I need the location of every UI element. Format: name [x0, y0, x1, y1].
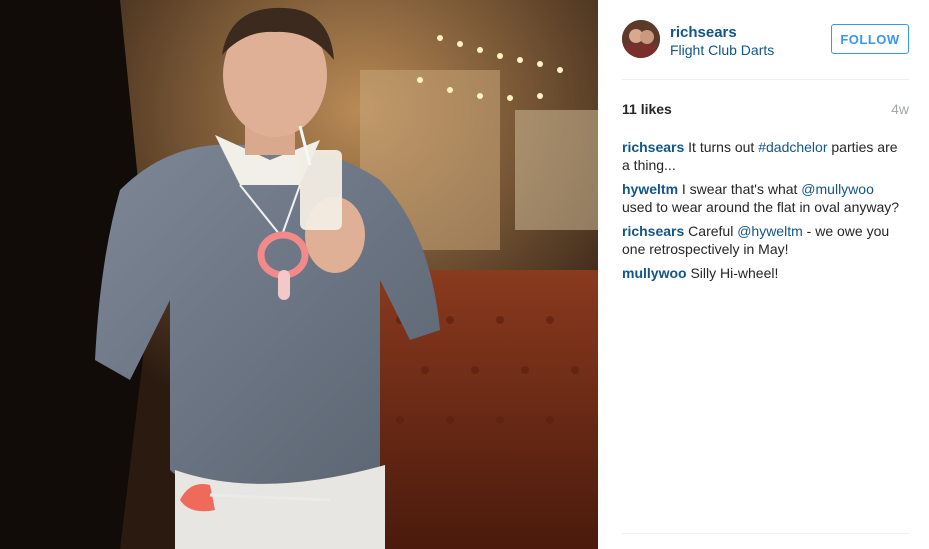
post-sidebar: richsears Flight Club Darts FOLLOW 11 li… [598, 0, 929, 549]
post-image [0, 0, 598, 549]
comment-text: I swear that's what [681, 181, 802, 197]
comment-user[interactable]: mullywoo [622, 265, 687, 281]
comment-text: It turns out [688, 139, 759, 155]
location-link[interactable]: Flight Club Darts [670, 42, 774, 58]
follow-button[interactable]: FOLLOW [831, 24, 909, 54]
comment-user[interactable]: richsears [622, 223, 684, 239]
comment-text: used to wear around the flat in oval any… [622, 199, 900, 215]
hashtag-link[interactable]: #dadchelor [758, 139, 827, 155]
comment: mullywoo Silly Hi-wheel! [622, 264, 904, 282]
avatar[interactable] [622, 20, 660, 58]
comment-user[interactable]: hyweltm [622, 181, 678, 197]
divider [622, 79, 909, 80]
mention-link[interactable]: @hyweltm [737, 223, 803, 239]
mention-link[interactable]: @mullywoo [801, 181, 874, 197]
likes-count[interactable]: 11 likes [622, 101, 672, 117]
username-link[interactable]: richsears [670, 24, 737, 41]
comment-text: Careful [688, 223, 738, 239]
profile-photo-icon [622, 20, 660, 58]
post-header: richsears Flight Club Darts FOLLOW [622, 20, 909, 62]
post-age[interactable]: 4w [891, 101, 909, 117]
comments-list: richsears It turns out #dadchelor partie… [622, 138, 904, 288]
comment-text: Silly Hi-wheel! [690, 265, 779, 281]
comment: richsears It turns out #dadchelor partie… [622, 138, 904, 174]
comment-user[interactable]: richsears [622, 139, 684, 155]
comment: hyweltm I swear that's what @mullywoo us… [622, 180, 904, 216]
divider [622, 533, 909, 534]
post-photo[interactable] [0, 0, 598, 549]
comment: richsears Careful @hyweltm - we owe you … [622, 222, 904, 258]
